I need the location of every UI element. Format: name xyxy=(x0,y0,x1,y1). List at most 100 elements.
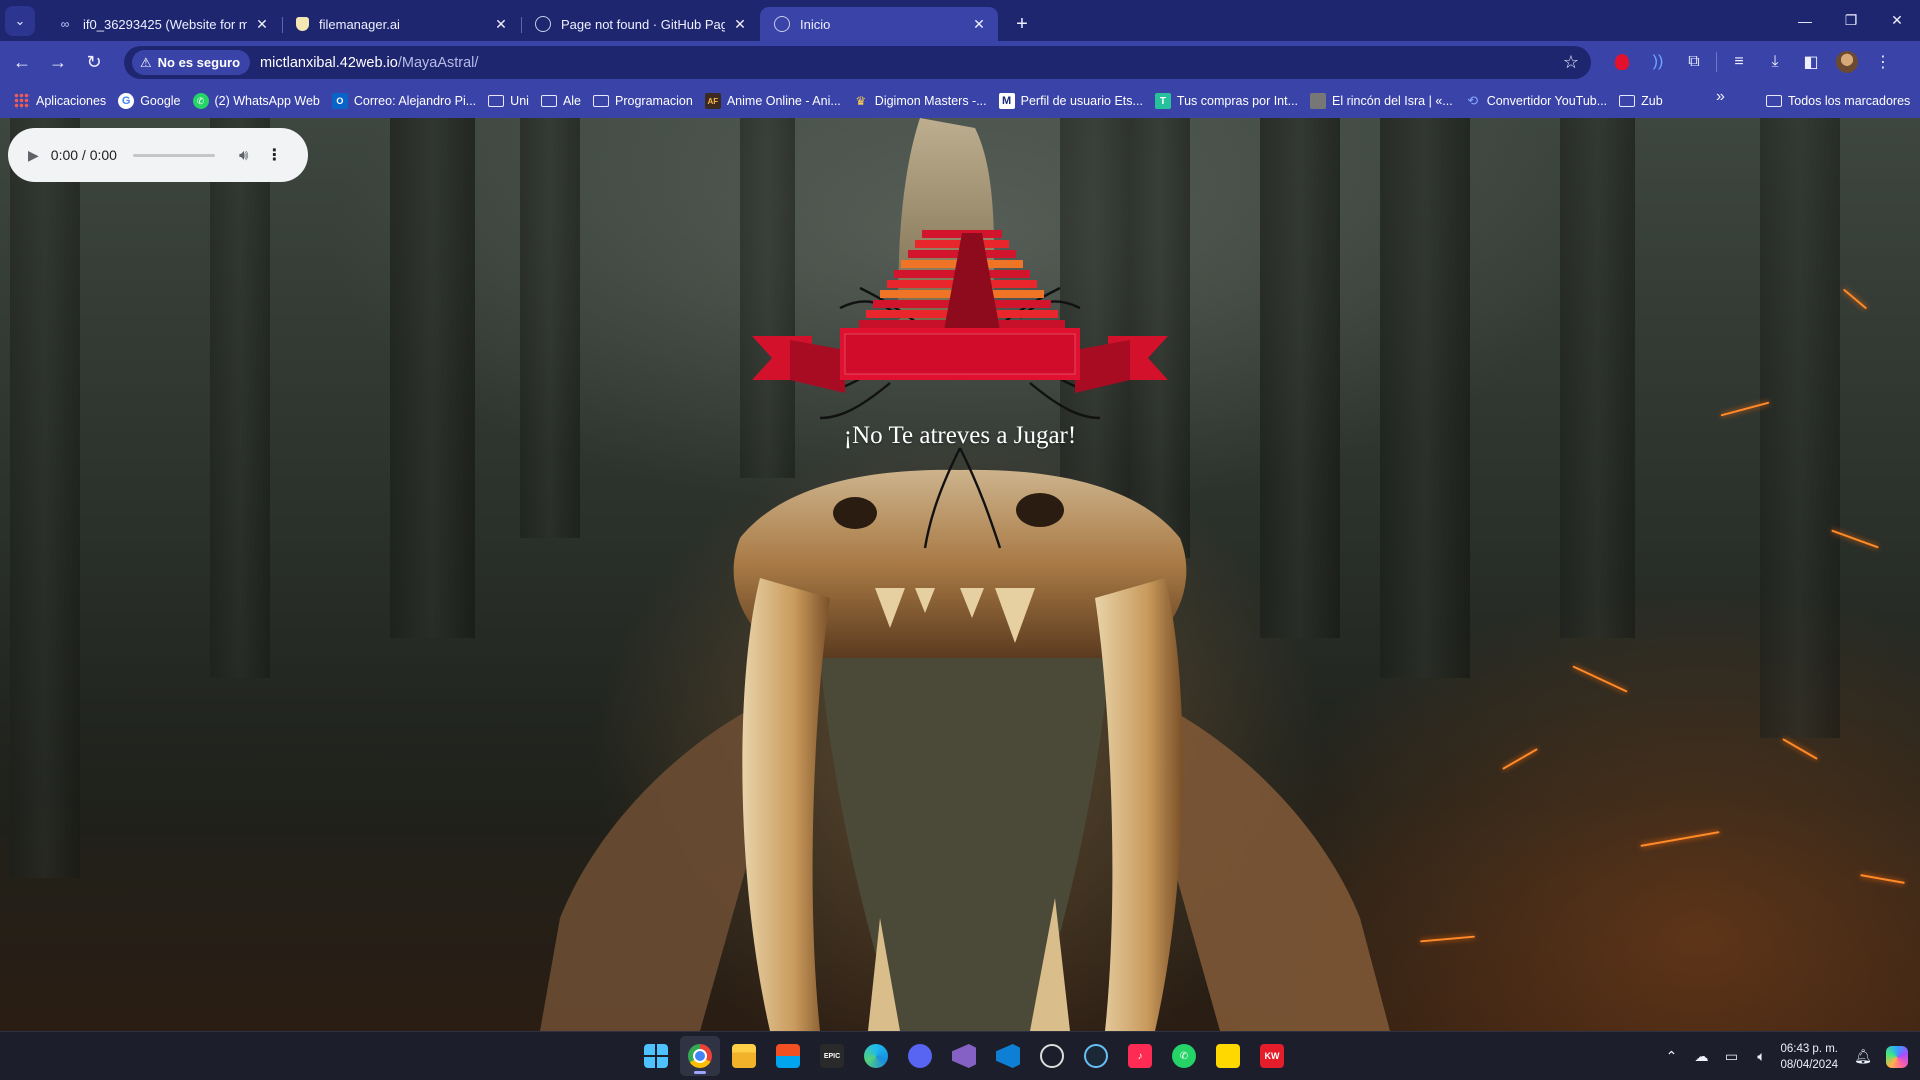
close-icon[interactable]: ✕ xyxy=(253,15,271,33)
taskbar: EPIC ♪ ✆ KW ⌃ ☁ ▭ 🔈︎ 06:43 p. m. 08/04/2… xyxy=(0,1031,1920,1080)
taskbar-steam[interactable] xyxy=(1076,1036,1116,1076)
bookmark-folder-zub[interactable]: Zub xyxy=(1613,88,1669,114)
security-chip[interactable]: ⚠ No es seguro xyxy=(132,50,251,75)
bookmark-folder-uni[interactable]: Uni xyxy=(482,88,535,114)
taskbar-file-explorer[interactable] xyxy=(724,1036,764,1076)
media-queue-icon[interactable]: ≡ xyxy=(1721,44,1757,80)
copilot-icon[interactable] xyxy=(1886,1045,1908,1068)
taskbar-store[interactable] xyxy=(768,1036,808,1076)
tab-0[interactable]: ∞ if0_36293425 (Website for mictla ✕ xyxy=(43,7,281,41)
close-icon[interactable]: ✕ xyxy=(970,15,988,33)
edge-icon xyxy=(864,1044,888,1068)
tab-title: Page not found · GitHub Pages xyxy=(561,16,725,32)
audio-more-icon[interactable]: ⋮ xyxy=(266,145,282,165)
profile-avatar[interactable] xyxy=(1829,44,1865,80)
bookmark-label: Uni xyxy=(510,94,529,108)
url-host: mictlanxibal.42web.io xyxy=(260,54,398,71)
tab-search-button[interactable]: ⌄ xyxy=(5,6,35,36)
bookmark-star-icon[interactable]: ☆ xyxy=(1563,52,1579,73)
network-icon[interactable]: ▭ xyxy=(1716,1048,1746,1065)
globe-icon xyxy=(535,16,551,32)
close-icon[interactable]: ✕ xyxy=(492,15,510,33)
onedrive-cloud-icon[interactable]: ☁ xyxy=(1686,1048,1716,1065)
window-controls: — ❐ ✕ xyxy=(1782,0,1920,41)
extensions-area: )) ⧉ ≡ ⤓ ◧ ⋮ xyxy=(1604,44,1901,80)
bookmark-tus-compras[interactable]: T Tus compras por Int... xyxy=(1149,88,1304,114)
bookmark-label: Digimon Masters -... xyxy=(874,94,987,108)
bookmark-label: Zub xyxy=(1641,94,1663,108)
tab-2[interactable]: Page not found · GitHub Pages ✕ xyxy=(521,7,759,41)
tab-3[interactable]: Inicio ✕ xyxy=(760,7,998,41)
taskbar-kw[interactable]: KW xyxy=(1252,1036,1292,1076)
side-panel-icon[interactable]: ◧ xyxy=(1793,44,1829,80)
audio-time: 0:00 / 0:00 xyxy=(50,147,117,163)
new-tab-button[interactable]: + xyxy=(1005,7,1039,41)
taskbar-sticky-notes[interactable] xyxy=(1208,1036,1248,1076)
bookmark-label: Convertidor YouTub... xyxy=(1486,94,1608,108)
toolbar-separator xyxy=(1716,52,1717,72)
taskbar-edge[interactable] xyxy=(856,1036,896,1076)
audio-wave-extension-icon[interactable]: )) xyxy=(1640,44,1676,80)
back-arrow-icon[interactable]: ← xyxy=(4,45,40,81)
chrome-icon xyxy=(688,1044,712,1068)
screen: ⌄ ∞ if0_36293425 (Website for mictla ✕ f… xyxy=(0,0,1920,1080)
bookmarks-overflow-chevron-icon[interactable]: » xyxy=(1716,88,1725,106)
bookmark-folder-programacion[interactable]: Programacion xyxy=(587,88,699,114)
taskbar-unity[interactable] xyxy=(1032,1036,1072,1076)
bookmark-label: Programacion xyxy=(615,94,693,108)
bookmark-perfil[interactable]: M Perfil de usuario Ets... xyxy=(993,88,1149,114)
speaker-icon[interactable]: 🔈︎ xyxy=(1746,1048,1776,1065)
bookmark-folder-ale[interactable]: Ale xyxy=(535,88,587,114)
close-window-icon[interactable]: ✕ xyxy=(1874,0,1920,41)
taskbar-discord[interactable] xyxy=(900,1036,940,1076)
restore-icon[interactable]: ❐ xyxy=(1828,0,1874,41)
bookmark-correo[interactable]: O Correo: Alejandro Pi... xyxy=(326,88,482,114)
bookmark-all-folder[interactable]: Todos los marcadores xyxy=(1760,88,1916,114)
bookmark-label: Perfil de usuario Ets... xyxy=(1020,94,1143,108)
bookmark-google[interactable]: G Google xyxy=(112,88,186,114)
tab-title: if0_36293425 (Website for mictla xyxy=(83,16,247,32)
bookmark-aplicaciones[interactable]: Aplicaciones xyxy=(8,88,112,114)
tray-chevron-up-icon[interactable]: ⌃ xyxy=(1656,1048,1686,1065)
skull-illustration xyxy=(540,118,1390,1031)
folder-icon xyxy=(593,95,610,107)
download-icon[interactable]: ⤓ xyxy=(1757,44,1793,80)
clock[interactable]: 06:43 p. m. 08/04/2024 xyxy=(1780,1041,1838,1073)
bookmark-convertidor[interactable]: ⟲ Convertidor YouTub... xyxy=(1459,88,1613,114)
bookmark-digimon[interactable]: ♛ Digimon Masters -... xyxy=(847,88,993,114)
minimize-icon[interactable]: — xyxy=(1782,0,1828,41)
bookmark-label: Google xyxy=(140,94,181,108)
taskbar-chrome[interactable] xyxy=(680,1036,720,1076)
taskbar-tiktok[interactable]: ♪ xyxy=(1120,1036,1160,1076)
pyramid-logo xyxy=(859,230,1065,330)
tiktok-icon: ♪ xyxy=(1128,1044,1152,1068)
kebab-menu-icon[interactable]: ⋮ xyxy=(1865,44,1901,80)
image-icon xyxy=(1310,93,1327,109)
taskbar-whatsapp[interactable]: ✆ xyxy=(1164,1036,1204,1076)
steam-icon xyxy=(1084,1044,1108,1068)
tab-title: filemanager.ai xyxy=(319,16,400,32)
start-button[interactable] xyxy=(636,1036,676,1076)
taskbar-vscode[interactable] xyxy=(988,1036,1028,1076)
bookmark-whatsapp[interactable]: ✆ (2) WhatsApp Web xyxy=(187,88,326,114)
notification-bell-icon[interactable]: 🔔︎ xyxy=(1848,1048,1878,1065)
bookmark-rincon-isra[interactable]: El rincón del Isra | «... xyxy=(1304,88,1459,114)
red-extension-icon[interactable] xyxy=(1604,44,1640,80)
tab-1[interactable]: filemanager.ai ✕ xyxy=(282,7,520,41)
close-icon[interactable]: ✕ xyxy=(731,15,749,33)
volume-icon[interactable]: 🔊︎ xyxy=(239,147,248,164)
forward-arrow-icon[interactable]: → xyxy=(40,45,76,81)
puzzle-extensions-icon[interactable]: ⧉ xyxy=(1676,44,1712,80)
infinity-icon: ∞ xyxy=(60,17,70,31)
taskbar-visual-studio[interactable] xyxy=(944,1036,984,1076)
url-text[interactable]: mictlanxibal.42web.io/MayaAstral/ xyxy=(260,55,478,71)
play-icon[interactable]: ▶ xyxy=(28,147,39,164)
taskbar-epic-games[interactable]: EPIC xyxy=(812,1036,852,1076)
address-bar[interactable]: ⚠ No es seguro mictlanxibal.42web.io/May… xyxy=(124,46,1591,79)
audio-player[interactable]: ▶ 0:00 / 0:00 🔊︎ ⋮ xyxy=(8,128,308,182)
kw-icon: KW xyxy=(1260,1044,1284,1068)
reload-icon[interactable]: ↻ xyxy=(76,45,112,81)
audio-progress-slider[interactable] xyxy=(132,153,215,157)
right-fang xyxy=(1095,578,1183,1031)
bookmark-anime-online[interactable]: AF Anime Online - Ani... xyxy=(699,88,847,114)
